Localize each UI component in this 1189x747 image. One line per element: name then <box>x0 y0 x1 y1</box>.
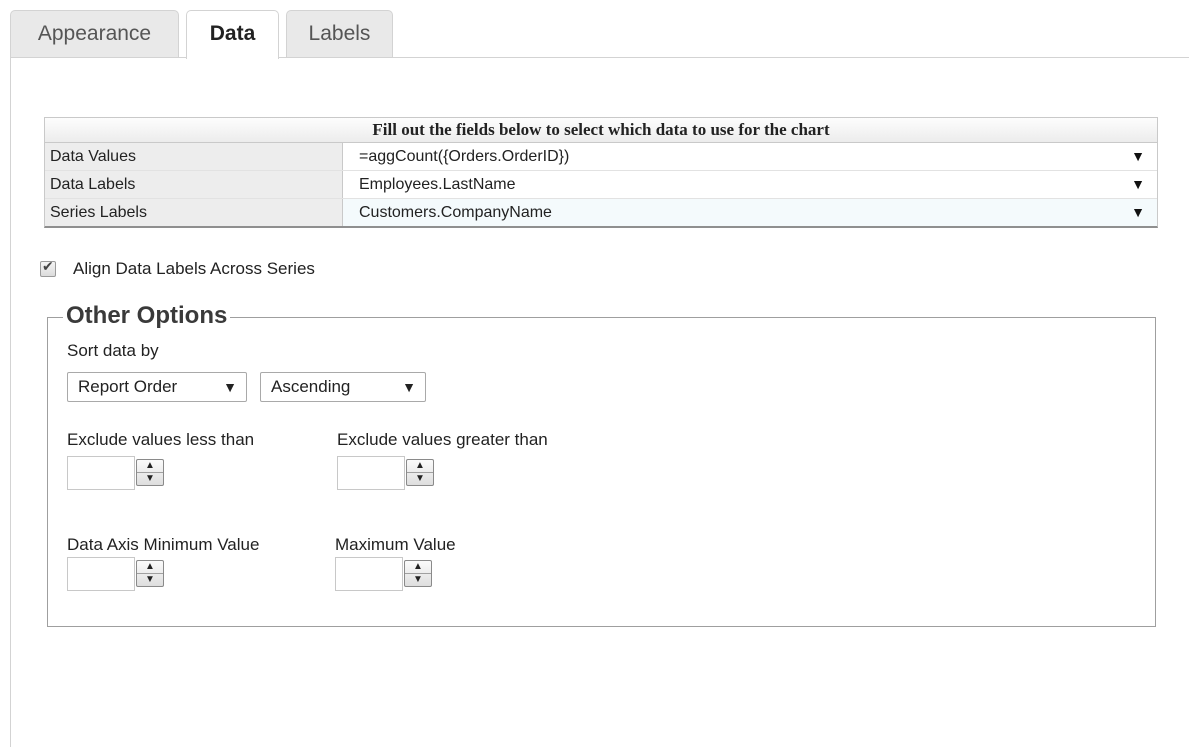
axis-max-spin-buttons: ▲ ▼ <box>404 560 432 587</box>
other-options-legend: Other Options <box>63 302 231 330</box>
grid-row-data-values: Data Values =aggCount({Orders.OrderID}) … <box>45 143 1157 171</box>
other-options-fieldset <box>47 317 1156 627</box>
spin-up-icon[interactable]: ▲ <box>137 561 163 574</box>
exclude-greater-stepper: ▲ ▼ <box>337 456 437 490</box>
sort-direction-select[interactable]: Ascending ▼ <box>260 372 426 402</box>
align-labels-checkbox[interactable]: ✔ <box>40 258 56 277</box>
dropdown-arrow-icon[interactable]: ▼ <box>1131 199 1145 226</box>
axis-min-label: Data Axis Minimum Value <box>67 535 260 554</box>
sort-field-select[interactable]: Report Order ▼ <box>67 372 247 402</box>
exclude-less-spin-buttons: ▲ ▼ <box>136 459 164 486</box>
exclude-less-input[interactable] <box>67 456 135 490</box>
spin-down-icon[interactable]: ▼ <box>137 574 163 586</box>
align-labels-option: ✔ Align Data Labels Across Series <box>40 258 315 279</box>
dropdown-arrow-icon[interactable]: ▼ <box>1131 171 1145 198</box>
data-values-dropdown[interactable]: =aggCount({Orders.OrderID}) ▼ <box>343 143 1157 170</box>
align-labels-label: Align Data Labels Across Series <box>73 259 315 278</box>
data-labels-value: Employees.LastName <box>359 176 516 193</box>
axis-min-input[interactable] <box>67 557 135 591</box>
spin-up-icon[interactable]: ▲ <box>405 561 431 574</box>
axis-max-input[interactable] <box>335 557 403 591</box>
spin-down-icon[interactable]: ▼ <box>407 473 433 485</box>
exclude-greater-spin-buttons: ▲ ▼ <box>406 459 434 486</box>
sort-direction-value: Ascending <box>271 377 351 396</box>
axis-min-stepper: ▲ ▼ <box>67 557 167 591</box>
tab-data[interactable]: Data <box>186 10 279 59</box>
chevron-down-icon: ▼ <box>402 379 416 395</box>
exclude-less-label: Exclude values less than <box>67 430 255 449</box>
spin-down-icon[interactable]: ▼ <box>137 473 163 485</box>
spin-up-icon[interactable]: ▲ <box>407 460 433 473</box>
series-labels-dropdown[interactable]: Customers.CompanyName ▼ <box>343 199 1157 226</box>
grid-header: Fill out the fields below to select whic… <box>45 118 1157 143</box>
grid-row-data-labels: Data Labels Employees.LastName ▼ <box>45 171 1157 199</box>
data-values-label: Data Values <box>45 143 343 170</box>
exclude-greater-input[interactable] <box>337 456 405 490</box>
grid-row-series-labels: Series Labels Customers.CompanyName ▼ <box>45 199 1157 226</box>
exclude-greater-label: Exclude values greater than <box>337 430 548 449</box>
dropdown-arrow-icon[interactable]: ▼ <box>1131 143 1145 170</box>
series-labels-label: Series Labels <box>45 199 343 226</box>
spin-up-icon[interactable]: ▲ <box>137 460 163 473</box>
data-labels-dropdown[interactable]: Employees.LastName ▼ <box>343 171 1157 198</box>
tab-labels[interactable]: Labels <box>286 10 393 57</box>
axis-min-spin-buttons: ▲ ▼ <box>136 560 164 587</box>
checkmark-icon: ✔ <box>42 258 54 274</box>
data-values-value: =aggCount({Orders.OrderID}) <box>359 148 570 165</box>
axis-max-label: Maximum Value <box>335 535 456 554</box>
exclude-less-stepper: ▲ ▼ <box>67 456 167 490</box>
data-labels-label: Data Labels <box>45 171 343 198</box>
sort-field-value: Report Order <box>78 377 178 396</box>
tab-appearance[interactable]: Appearance <box>10 10 179 57</box>
chevron-down-icon: ▼ <box>223 379 237 395</box>
spin-down-icon[interactable]: ▼ <box>405 574 431 586</box>
series-labels-value: Customers.CompanyName <box>359 204 552 221</box>
axis-max-stepper: ▲ ▼ <box>335 557 435 591</box>
data-fields-grid: Fill out the fields below to select whic… <box>44 117 1158 228</box>
sort-label: Sort data by <box>67 341 159 360</box>
